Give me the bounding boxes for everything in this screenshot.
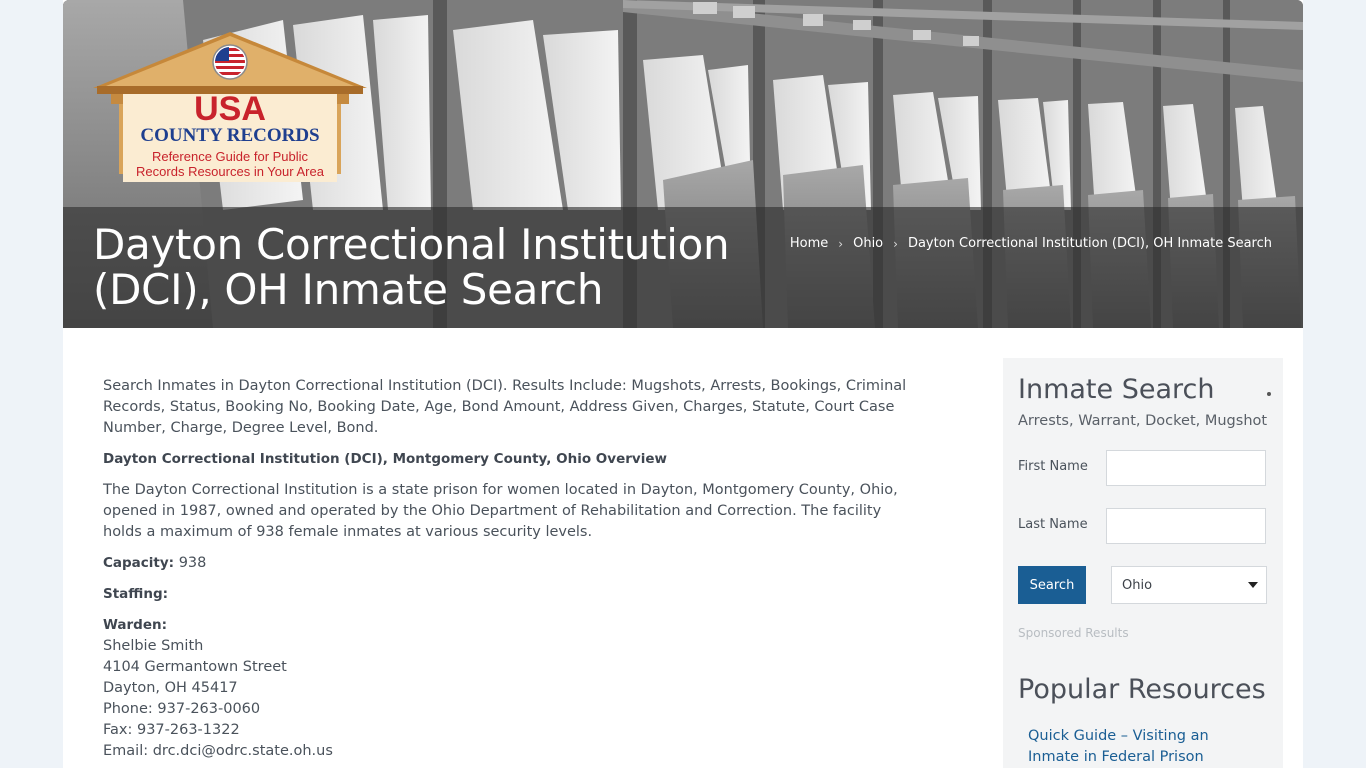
phone: Phone: 937-263-0060 (103, 701, 261, 717)
chevron-right-icon: › (838, 236, 844, 251)
breadcrumb-ohio-link[interactable]: Ohio (853, 236, 883, 251)
main-content: Search Inmates in Dayton Correctional In… (103, 376, 923, 762)
overview-paragraph: The Dayton Correctional Institution is a… (103, 482, 898, 540)
warden-name: Shelbie Smith (103, 638, 204, 654)
svg-text:COUNTY RECORDS: COUNTY RECORDS (140, 125, 319, 146)
first-name-input[interactable] (1106, 450, 1266, 486)
warden-label: Warden: (103, 617, 168, 633)
state-select[interactable]: Ohio (1111, 566, 1267, 604)
popular-resource-link[interactable]: Quick Guide – Visiting an Inmate in Fede… (1028, 726, 1228, 768)
address-city: Dayton, OH 45417 (103, 680, 238, 696)
last-name-input[interactable] (1106, 508, 1266, 544)
svg-text:USA: USA (194, 90, 266, 128)
overview-heading: Dayton Correctional Institution (DCI), M… (103, 451, 667, 467)
first-name-label: First Name (1018, 459, 1088, 474)
fax: Fax: 937-263-1322 (103, 722, 240, 738)
caret-down-icon (1248, 582, 1258, 588)
capacity-value: 938 (178, 555, 207, 571)
header-banner: Dayton Correctional Institution (DCI), O… (63, 0, 1303, 328)
capacity-row: Capacity: 938 (103, 553, 923, 574)
sidebar: Inmate Search Arrests, Warrant, Docket, … (1003, 358, 1283, 768)
intro-paragraph: Search Inmates in Dayton Correctional In… (103, 378, 907, 436)
last-name-label: Last Name (1018, 517, 1088, 532)
search-button[interactable]: Search (1018, 566, 1086, 604)
page-container: Dayton Correctional Institution (DCI), O… (63, 0, 1303, 768)
email: Email: drc.dci@odrc.state.oh.us (103, 743, 333, 759)
page-title: Dayton Correctional Institution (DCI), O… (93, 220, 730, 314)
breadcrumb-current: Dayton Correctional Institution (DCI), O… (907, 236, 1272, 251)
svg-text:Records Resources in Your Area: Records Resources in Your Area (136, 164, 325, 179)
inmate-search-title: Inmate Search (1018, 374, 1215, 405)
capacity-label: Capacity: (103, 555, 175, 571)
sponsored-results-label: Sponsored Results (1018, 626, 1129, 640)
staffing-label: Staffing: (103, 586, 169, 602)
address-street: 4104 Germantown Street (103, 659, 287, 675)
svg-text:Reference Guide for Public: Reference Guide for Public (152, 149, 309, 164)
chevron-right-icon: › (893, 236, 898, 251)
popular-resources-title: Popular Resources (1018, 674, 1266, 705)
warden-contact: Warden: Shelbie Smith 4104 Germantown St… (103, 615, 923, 762)
dot-icon (1267, 392, 1271, 396)
inmate-search-subtitle: Arrests, Warrant, Docket, Mugshot (1018, 413, 1268, 429)
state-select-value: Ohio (1122, 577, 1153, 593)
breadcrumb: Home › Ohio › Dayton Correctional Instit… (790, 236, 1272, 251)
site-logo[interactable]: USA COUNTY RECORDS Reference Guide for P… (91, 30, 369, 184)
breadcrumb-home-link[interactable]: Home (790, 236, 828, 251)
